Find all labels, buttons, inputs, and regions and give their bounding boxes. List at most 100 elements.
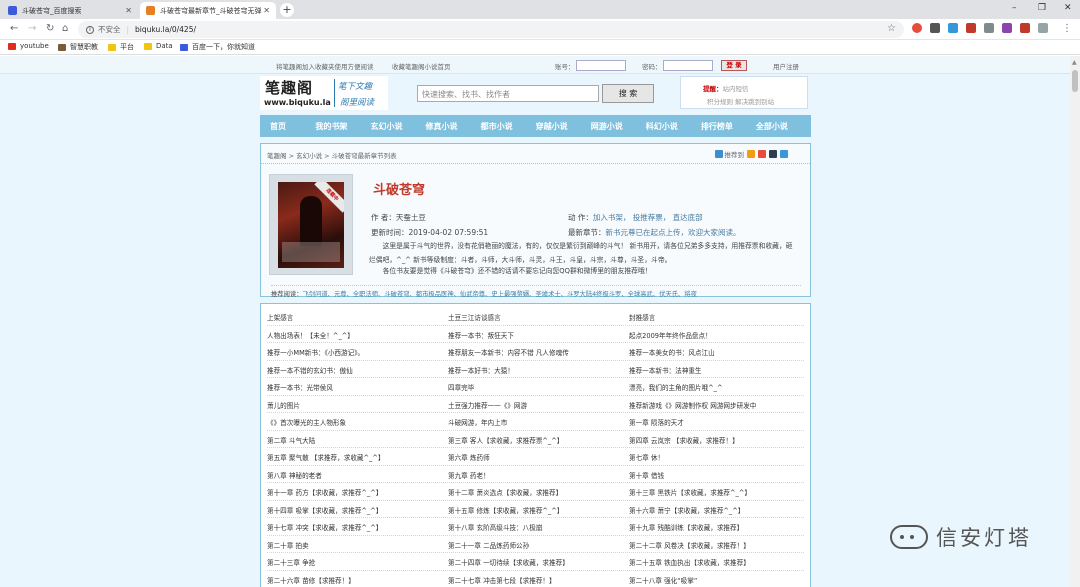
chapter-link[interactable]: 四章完毕 [448,382,474,392]
close-window-icon[interactable]: ✕ [1064,3,1072,13]
search-input[interactable]: 快速搜索、找书、找作者 [417,85,599,102]
chapter-link[interactable]: 人物出场表！【未全！^_^】 [267,330,354,340]
chapter-link[interactable]: 第十五章 修炼【求收藏，求推荐^_^】 [448,505,563,515]
back-icon[interactable]: ← [10,23,18,34]
bookmark-pingtai[interactable]: 平台 [108,42,134,52]
share-icon[interactable] [747,150,755,158]
hint-links[interactable]: 积分规则 解决跳到别站 [707,96,774,106]
nav-item[interactable]: 排行榜单 [701,121,756,132]
share-icon[interactable] [780,150,788,158]
nav-item[interactable]: 首页 [270,121,315,132]
extension-icon[interactable] [1038,23,1048,33]
chapter-link[interactable]: 第十七章 冲突【求收藏，求推荐^_^】 [267,522,382,532]
chapter-link[interactable]: 第二十四章 一切待续【求收藏，求推荐】 [448,557,569,567]
tab-baidu-search[interactable]: 斗破苍穹_百度搜索 ✕ [2,2,138,19]
chapter-link[interactable]: 第二十一章 二品炼药师公孙 [448,540,529,550]
chapter-link[interactable]: 第二十章 拍卖 [267,540,309,550]
nav-item[interactable]: 都市小说 [481,121,536,132]
chapter-link[interactable]: 《》首次曝光的主人物形象 [267,417,346,427]
scrollbar-thumb[interactable] [1072,70,1078,92]
paw-icon[interactable] [769,150,777,158]
chapter-link[interactable]: 第六章 炼药师 [448,452,490,462]
star-icon[interactable]: ☆ [887,23,896,34]
chapter-link[interactable]: 推荐一本好书：大猿！ [448,365,514,375]
nav-item[interactable]: 玄幻小说 [370,121,425,132]
extension-icon[interactable] [912,23,922,33]
extension-icon[interactable] [1020,23,1030,33]
account-input[interactable] [576,60,626,71]
close-icon[interactable]: ✕ [125,6,132,15]
site-logo[interactable]: 笔趣阁 www.biquku.la 笔下文趣 阁里阅读 [260,76,388,110]
extension-icon[interactable] [1002,23,1012,33]
hint-text[interactable]: 站内短信 [723,85,749,93]
menu-icon[interactable]: ⋮ [1062,23,1072,34]
chapter-link[interactable]: 土豆强力推荐一一《》网游 [448,400,527,410]
chapter-link[interactable]: 推荐一本美女的书：风点江山 [629,347,715,357]
extension-icon[interactable] [930,23,940,33]
register-link[interactable]: 用户注册 [773,61,799,71]
nav-item[interactable]: 修真小说 [426,121,481,132]
maximize-icon[interactable]: ❐ [1038,3,1046,13]
chapter-link[interactable]: 土豆三江访谈感言 [448,312,501,322]
chapter-link[interactable]: 第四章 云岚宗 【求收藏，求推荐！】 [629,435,739,445]
chapter-link[interactable]: 推荐一小MM新书：《小西游记》。 [267,347,364,357]
chapter-link[interactable]: 推荐新游戏《》网游制作权 网游网步研发中 [629,400,756,410]
scroll-up-icon[interactable]: ▲ [1072,59,1077,66]
chapter-link[interactable]: 第十六章 萧宁【求收藏，求推荐^_^】 [629,505,744,515]
extension-icon[interactable] [984,23,994,33]
chapter-link[interactable]: 第二十二章 风卷决【求收藏，求推荐！】 [629,540,750,550]
chapter-link[interactable]: 萧儿的图片 [267,400,300,410]
new-tab-button[interactable]: + [280,3,294,17]
breadcrumb-text[interactable]: 笔趣阁 > 玄幻小说 > 斗破苍穹最新章节列表 [267,152,397,160]
chapter-link[interactable]: 上架感言 [267,312,293,322]
home-icon[interactable]: ⌂ [62,23,68,34]
chapter-link[interactable]: 第一章 陨落的天才 [629,417,684,427]
chapter-link[interactable]: 封推感言 [629,312,655,322]
chapter-link[interactable]: 第二十六章 苗修【求推荐！】 [267,575,355,585]
chapter-link[interactable]: 推荐一本不错的玄幻书：傲仙 [267,365,353,375]
chapter-link[interactable]: 第十三章 黑铁片【求收藏，求推荐^_^】 [629,487,751,497]
extension-icon[interactable] [948,23,958,33]
chapter-link[interactable]: 第五章 聚气散 【求推荐，求收藏^_^】 [267,452,384,462]
chapter-link[interactable]: 第十一章 药方【求收藏，求推荐^_^】 [267,487,382,497]
add-favorite-link[interactable]: 将笔趣阁加入收藏夹使用方便阅读 [276,61,374,71]
forward-icon[interactable]: → [28,23,36,34]
scrollbar[interactable]: ▲ [1070,56,1080,587]
share-icon[interactable] [758,150,766,158]
chapter-link[interactable]: 第八章 神秘的老者 [267,470,322,480]
reload-icon[interactable]: ↻ [46,23,54,34]
close-icon[interactable]: ✕ [263,6,270,15]
info-icon[interactable]: i [86,25,94,34]
nav-item[interactable]: 全部小说 [756,121,811,132]
nav-item[interactable]: 网游小说 [591,121,646,132]
chapter-link[interactable]: 第二章 斗气大陆 [267,435,315,445]
chapter-link[interactable]: 第十四章 吸掌【求收藏，求推荐^_^】 [267,505,382,515]
nav-item[interactable]: 我的书架 [315,121,370,132]
login-button[interactable]: 登 录 [721,60,747,71]
chapter-link[interactable]: 起点2009年年终作品盘点！ [629,330,712,340]
bookmark-baidu[interactable]: 百度一下，你就知道 [180,42,255,52]
chapter-link[interactable]: 推荐一本新书：法神重生 [629,365,702,375]
chapter-link[interactable]: 第七章 休！ [629,452,664,462]
action-links[interactable]: 加入书架， 投推荐票， 直达底部 [593,213,703,222]
bookmark-zhihuizhijiao[interactable]: 智慧职教 [58,42,98,52]
nav-item[interactable]: 科幻小说 [646,121,701,132]
extension-icon[interactable] [966,23,976,33]
chapter-link[interactable]: 第十八章 玄阶高级斗技：八极崩 [448,522,542,532]
chapter-link[interactable]: 漂亮，我们的主角的图片哦^_^ [629,382,722,392]
chapter-link[interactable]: 第二十八章 强化“吸掌” [629,575,697,585]
nav-item[interactable]: 穿越小说 [536,121,591,132]
chapter-link[interactable]: 第二十五章 铁血执出【求收藏，求推荐】 [629,557,750,567]
chapter-link[interactable]: 第十章 借钱 [629,470,664,480]
plus-icon[interactable] [714,150,723,158]
book-cover[interactable]: 连载中 [269,174,353,275]
tab-biquku[interactable]: 斗破苍穹最新章节_斗破苍穹无弹 ✕ [140,2,276,19]
chapter-link[interactable]: 推荐一本书：光带侯风 [267,382,333,392]
bookmark-data[interactable]: Data [144,42,173,50]
latest-chapter-link[interactable]: 新书元尊已在起点上传，欢迎大家阅读。 [606,228,741,237]
password-input[interactable] [663,60,713,71]
address-bar[interactable]: i 不安全 | biquku.la/0/425/ ☆ [78,21,904,38]
chapter-link[interactable]: 第二十七章 冲击第七段【求推荐！】 [448,575,556,585]
bookmark-home-link[interactable]: 收藏笔趣阁小说首页 [392,61,451,71]
chapter-link[interactable]: 第十九章 残酷训练【求收藏，求推荐】 [629,522,743,532]
